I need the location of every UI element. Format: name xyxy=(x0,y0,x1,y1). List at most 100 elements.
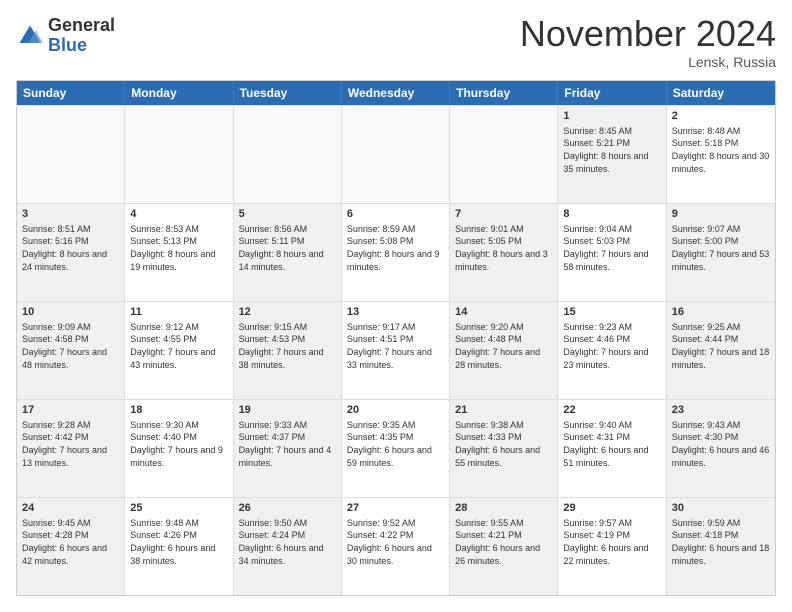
day-number: 16 xyxy=(672,305,770,320)
calendar-cell: 11Sunrise: 9:12 AMSunset: 4:55 PMDayligh… xyxy=(125,302,233,399)
calendar-row-3: 10Sunrise: 9:09 AMSunset: 4:58 PMDayligh… xyxy=(17,301,775,399)
calendar-cell: 9Sunrise: 9:07 AMSunset: 5:00 PMDaylight… xyxy=(667,204,775,301)
day-info: Sunrise: 9:48 AMSunset: 4:26 PMDaylight:… xyxy=(130,517,227,567)
day-info: Sunrise: 9:07 AMSunset: 5:00 PMDaylight:… xyxy=(672,223,770,273)
calendar-cell: 18Sunrise: 9:30 AMSunset: 4:40 PMDayligh… xyxy=(125,400,233,497)
day-number: 7 xyxy=(455,207,552,222)
calendar-cell: 5Sunrise: 8:56 AMSunset: 5:11 PMDaylight… xyxy=(234,204,342,301)
calendar-cell: 24Sunrise: 9:45 AMSunset: 4:28 PMDayligh… xyxy=(17,498,125,595)
header-day-monday: Monday xyxy=(125,81,233,105)
calendar-cell: 22Sunrise: 9:40 AMSunset: 4:31 PMDayligh… xyxy=(558,400,666,497)
calendar-cell: 3Sunrise: 8:51 AMSunset: 5:16 PMDaylight… xyxy=(17,204,125,301)
day-number: 21 xyxy=(455,403,552,418)
day-info: Sunrise: 9:45 AMSunset: 4:28 PMDaylight:… xyxy=(22,517,119,567)
day-number: 28 xyxy=(455,501,552,516)
day-info: Sunrise: 9:01 AMSunset: 5:05 PMDaylight:… xyxy=(455,223,552,273)
calendar-cell: 30Sunrise: 9:59 AMSunset: 4:18 PMDayligh… xyxy=(667,498,775,595)
day-info: Sunrise: 8:53 AMSunset: 5:13 PMDaylight:… xyxy=(130,223,227,273)
calendar-cell: 12Sunrise: 9:15 AMSunset: 4:53 PMDayligh… xyxy=(234,302,342,399)
calendar-header: SundayMondayTuesdayWednesdayThursdayFrid… xyxy=(17,81,775,105)
day-info: Sunrise: 9:17 AMSunset: 4:51 PMDaylight:… xyxy=(347,321,444,371)
day-number: 26 xyxy=(239,501,336,516)
day-number: 29 xyxy=(563,501,660,516)
page: General Blue November 2024 Lensk, Russia… xyxy=(0,0,792,612)
day-info: Sunrise: 9:43 AMSunset: 4:30 PMDaylight:… xyxy=(672,419,770,469)
day-number: 25 xyxy=(130,501,227,516)
header-day-friday: Friday xyxy=(558,81,666,105)
day-number: 15 xyxy=(563,305,660,320)
calendar-cell: 16Sunrise: 9:25 AMSunset: 4:44 PMDayligh… xyxy=(667,302,775,399)
day-number: 8 xyxy=(563,207,660,222)
day-info: Sunrise: 9:59 AMSunset: 4:18 PMDaylight:… xyxy=(672,517,770,567)
header-day-saturday: Saturday xyxy=(667,81,775,105)
day-number: 27 xyxy=(347,501,444,516)
calendar-cell: 1Sunrise: 8:45 AMSunset: 5:21 PMDaylight… xyxy=(558,106,666,203)
header-day-wednesday: Wednesday xyxy=(342,81,450,105)
day-number: 9 xyxy=(672,207,770,222)
calendar-cell: 6Sunrise: 8:59 AMSunset: 5:08 PMDaylight… xyxy=(342,204,450,301)
calendar-cell: 14Sunrise: 9:20 AMSunset: 4:48 PMDayligh… xyxy=(450,302,558,399)
calendar-row-5: 24Sunrise: 9:45 AMSunset: 4:28 PMDayligh… xyxy=(17,497,775,595)
day-info: Sunrise: 9:55 AMSunset: 4:21 PMDaylight:… xyxy=(455,517,552,567)
day-number: 14 xyxy=(455,305,552,320)
day-info: Sunrise: 9:40 AMSunset: 4:31 PMDaylight:… xyxy=(563,419,660,469)
day-info: Sunrise: 9:35 AMSunset: 4:35 PMDaylight:… xyxy=(347,419,444,469)
day-number: 12 xyxy=(239,305,336,320)
calendar-cell xyxy=(342,106,450,203)
day-info: Sunrise: 9:20 AMSunset: 4:48 PMDaylight:… xyxy=(455,321,552,371)
day-info: Sunrise: 9:09 AMSunset: 4:58 PMDaylight:… xyxy=(22,321,119,371)
calendar-cell: 21Sunrise: 9:38 AMSunset: 4:33 PMDayligh… xyxy=(450,400,558,497)
calendar-row-2: 3Sunrise: 8:51 AMSunset: 5:16 PMDaylight… xyxy=(17,203,775,301)
calendar-cell: 17Sunrise: 9:28 AMSunset: 4:42 PMDayligh… xyxy=(17,400,125,497)
day-info: Sunrise: 9:38 AMSunset: 4:33 PMDaylight:… xyxy=(455,419,552,469)
calendar-cell: 15Sunrise: 9:23 AMSunset: 4:46 PMDayligh… xyxy=(558,302,666,399)
day-number: 10 xyxy=(22,305,119,320)
day-number: 4 xyxy=(130,207,227,222)
day-info: Sunrise: 9:12 AMSunset: 4:55 PMDaylight:… xyxy=(130,321,227,371)
logo-text: General Blue xyxy=(48,16,115,56)
logo-general: General xyxy=(48,16,115,36)
day-number: 6 xyxy=(347,207,444,222)
header-day-thursday: Thursday xyxy=(450,81,558,105)
header: General Blue November 2024 Lensk, Russia xyxy=(16,16,776,70)
day-number: 11 xyxy=(130,305,227,320)
calendar-cell: 2Sunrise: 8:48 AMSunset: 5:18 PMDaylight… xyxy=(667,106,775,203)
day-number: 22 xyxy=(563,403,660,418)
day-number: 3 xyxy=(22,207,119,222)
calendar-cell xyxy=(17,106,125,203)
header-day-sunday: Sunday xyxy=(17,81,125,105)
day-info: Sunrise: 8:45 AMSunset: 5:21 PMDaylight:… xyxy=(563,125,660,175)
day-number: 5 xyxy=(239,207,336,222)
day-info: Sunrise: 9:23 AMSunset: 4:46 PMDaylight:… xyxy=(563,321,660,371)
calendar-cell: 13Sunrise: 9:17 AMSunset: 4:51 PMDayligh… xyxy=(342,302,450,399)
calendar-cell: 29Sunrise: 9:57 AMSunset: 4:19 PMDayligh… xyxy=(558,498,666,595)
day-number: 2 xyxy=(672,109,770,124)
day-info: Sunrise: 8:48 AMSunset: 5:18 PMDaylight:… xyxy=(672,125,770,175)
day-info: Sunrise: 9:52 AMSunset: 4:22 PMDaylight:… xyxy=(347,517,444,567)
calendar-cell: 27Sunrise: 9:52 AMSunset: 4:22 PMDayligh… xyxy=(342,498,450,595)
calendar-row-4: 17Sunrise: 9:28 AMSunset: 4:42 PMDayligh… xyxy=(17,399,775,497)
day-number: 1 xyxy=(563,109,660,124)
day-info: Sunrise: 9:30 AMSunset: 4:40 PMDaylight:… xyxy=(130,419,227,469)
day-info: Sunrise: 8:51 AMSunset: 5:16 PMDaylight:… xyxy=(22,223,119,273)
location: Lensk, Russia xyxy=(520,54,776,70)
day-number: 19 xyxy=(239,403,336,418)
calendar-cell: 8Sunrise: 9:04 AMSunset: 5:03 PMDaylight… xyxy=(558,204,666,301)
month-title: November 2024 xyxy=(520,16,776,52)
day-info: Sunrise: 8:56 AMSunset: 5:11 PMDaylight:… xyxy=(239,223,336,273)
calendar-cell: 25Sunrise: 9:48 AMSunset: 4:26 PMDayligh… xyxy=(125,498,233,595)
day-info: Sunrise: 9:15 AMSunset: 4:53 PMDaylight:… xyxy=(239,321,336,371)
day-info: Sunrise: 8:59 AMSunset: 5:08 PMDaylight:… xyxy=(347,223,444,273)
logo-blue: Blue xyxy=(48,36,115,56)
day-info: Sunrise: 9:28 AMSunset: 4:42 PMDaylight:… xyxy=(22,419,119,469)
calendar-cell: 7Sunrise: 9:01 AMSunset: 5:05 PMDaylight… xyxy=(450,204,558,301)
day-number: 20 xyxy=(347,403,444,418)
calendar-row-1: 1Sunrise: 8:45 AMSunset: 5:21 PMDaylight… xyxy=(17,105,775,203)
day-info: Sunrise: 9:04 AMSunset: 5:03 PMDaylight:… xyxy=(563,223,660,273)
day-info: Sunrise: 9:25 AMSunset: 4:44 PMDaylight:… xyxy=(672,321,770,371)
day-number: 13 xyxy=(347,305,444,320)
header-day-tuesday: Tuesday xyxy=(234,81,342,105)
day-info: Sunrise: 9:33 AMSunset: 4:37 PMDaylight:… xyxy=(239,419,336,469)
day-number: 17 xyxy=(22,403,119,418)
day-number: 30 xyxy=(672,501,770,516)
